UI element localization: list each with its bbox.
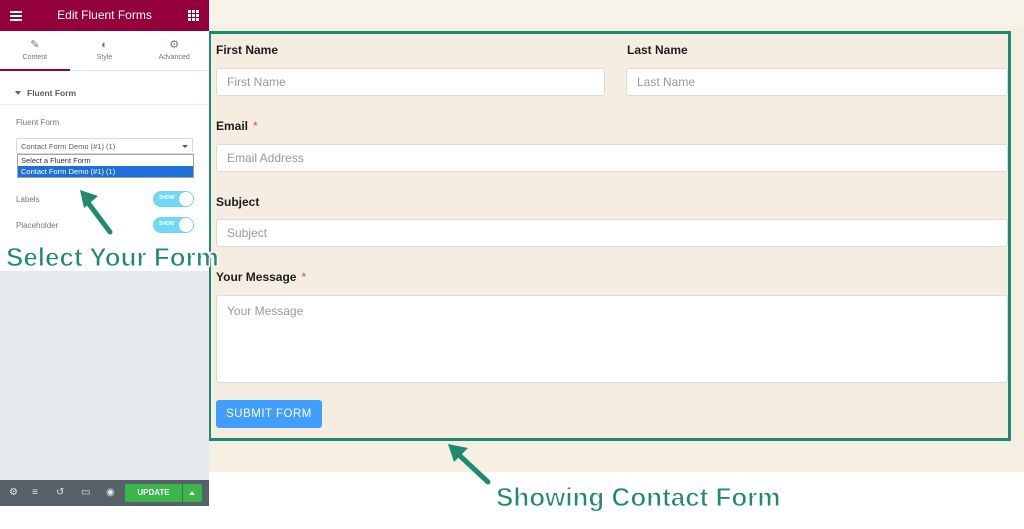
labels-toggle[interactable]: SHOW — [153, 191, 194, 207]
layers-icon[interactable]: ≡ — [32, 487, 38, 499]
email-label: Email * — [216, 119, 258, 133]
email-input[interactable]: Email Address — [216, 144, 1008, 172]
submit-form-button[interactable]: SUBMIT FORM — [216, 400, 322, 428]
preview-eye-icon[interactable]: ◉ — [106, 487, 115, 499]
chevron-down-icon — [182, 145, 188, 148]
placeholder-toggle[interactable]: SHOW — [153, 217, 194, 233]
message-textarea[interactable]: Your Message — [216, 295, 1008, 383]
fluent-form-select[interactable]: Contact Form Demo (#1) (1) — [16, 138, 193, 154]
pencil-icon: ✎ — [30, 39, 40, 51]
collapse-triangle-icon — [15, 91, 21, 95]
message-label-text: Your Message — [216, 270, 297, 284]
required-mark: * — [253, 119, 258, 133]
fluent-form-dropdown: Select a Fluent Form Contact Form Demo (… — [17, 154, 194, 178]
update-options-chevron-icon[interactable] — [183, 484, 202, 502]
toggle-knob — [179, 192, 193, 206]
responsive-icon[interactable]: ▭ — [81, 487, 90, 499]
first-name-label: First Name — [216, 43, 279, 57]
labels-toggle-label: Labels — [16, 195, 40, 204]
hamburger-menu-icon[interactable] — [10, 11, 22, 21]
last-name-input[interactable]: Last Name — [626, 68, 1008, 96]
subject-input[interactable]: Subject — [216, 219, 1008, 247]
toggle-knob — [179, 218, 193, 232]
gear-icon: ⚙ — [169, 39, 180, 51]
subject-label: Subject — [216, 195, 260, 209]
last-name-label: Last Name — [627, 43, 688, 57]
select-value: Contact Form Demo (#1) (1) — [21, 142, 116, 151]
section-fluent-form[interactable]: Fluent Form — [0, 79, 209, 105]
apps-grid-icon[interactable] — [188, 10, 199, 21]
select-form-callout: Select Your Form — [6, 242, 220, 273]
email-label-text: Email — [216, 119, 249, 133]
tab-content[interactable]: ✎ Content — [0, 31, 70, 71]
message-label: Your Message * — [216, 270, 306, 284]
settings-icon[interactable]: ⚙ — [9, 487, 18, 499]
tab-label: Content — [22, 54, 48, 61]
controls-panel: Fluent Form Fluent Form Contact Form Dem… — [0, 71, 209, 271]
showing-form-callout: Showing Contact Form — [496, 482, 782, 513]
annotation-arrow-icon — [448, 444, 491, 485]
history-icon[interactable]: ↺ — [56, 487, 64, 499]
dropdown-option[interactable]: Select a Fluent Form — [18, 155, 193, 166]
required-mark: * — [301, 270, 307, 284]
annotation-arrow-icon — [80, 190, 113, 235]
tab-label: Style — [96, 54, 113, 61]
sidebar-tabs: ✎ Content ◐ Style ⚙ Advanced — [0, 31, 209, 71]
toggle-state: SHOW — [159, 195, 175, 201]
dropdown-option-selected[interactable]: Contact Form Demo (#1) (1) — [18, 166, 193, 177]
fluent-form-field-label: Fluent Form — [16, 118, 60, 127]
placeholder-toggle-label: Placeholder — [16, 221, 59, 230]
tab-advanced[interactable]: ⚙ Advanced — [139, 31, 209, 70]
tab-label: Advanced — [158, 54, 190, 61]
sidebar-header: Edit Fluent Forms — [0, 0, 209, 31]
update-button[interactable]: UPDATE — [125, 484, 182, 502]
tab-style[interactable]: ◐ Style — [70, 31, 140, 70]
preview-top-strip — [209, 0, 1024, 26]
section-title: Fluent Form — [27, 88, 77, 98]
sidebar-title: Edit Fluent Forms — [57, 8, 152, 22]
toggle-state: SHOW — [159, 221, 175, 227]
first-name-input[interactable]: First Name — [216, 68, 605, 96]
sidebar-footer: ⚙ ≡ ↺ ▭ ◉ UPDATE — [0, 480, 209, 506]
contrast-icon: ◐ — [101, 39, 108, 51]
screenshot-root: First Name First Name Last Name Last Nam… — [0, 0, 1024, 529]
